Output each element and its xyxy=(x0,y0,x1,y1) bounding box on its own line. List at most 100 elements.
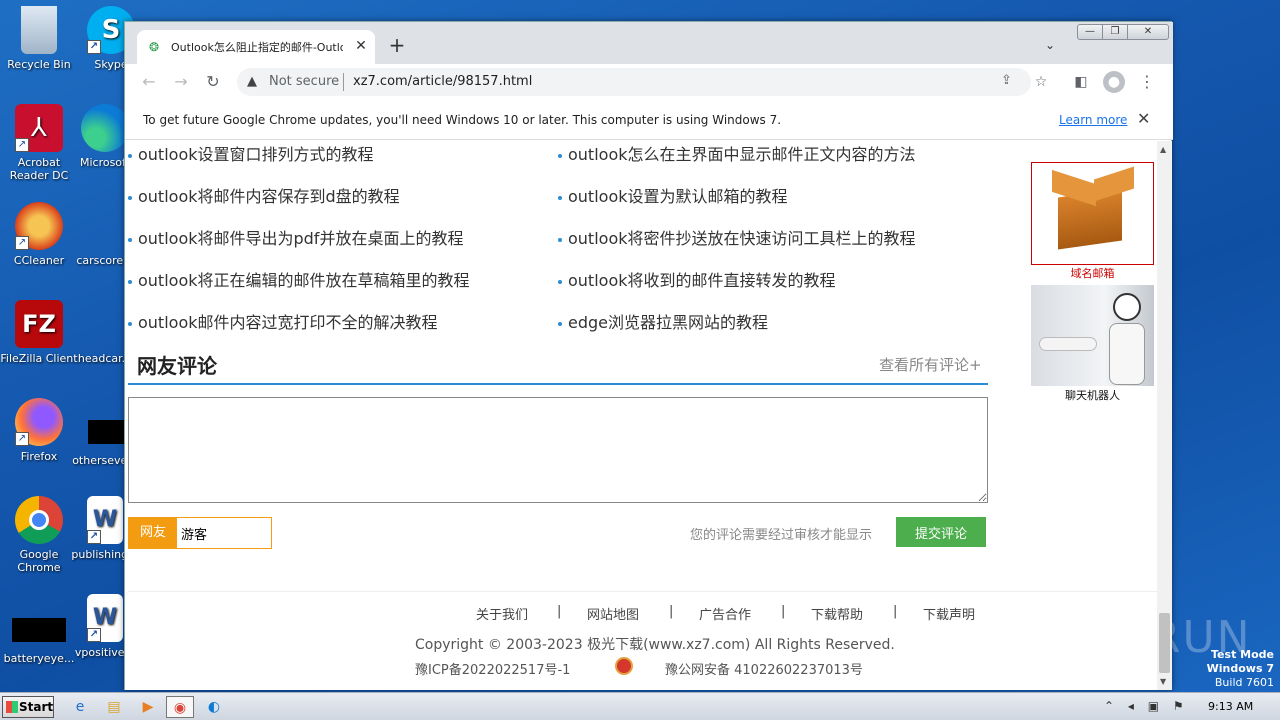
internet-explorer-icon[interactable]: e xyxy=(66,696,94,718)
update-infobar: To get future Google Chrome updates, you… xyxy=(125,100,1173,140)
desktop-icon-label: batteryeye... xyxy=(3,652,75,665)
article-link[interactable]: outlook设置窗口排列方式的教程 xyxy=(128,141,374,165)
article-title: edge浏览器拉黑网站的教程 xyxy=(568,313,769,332)
url-text[interactable]: xz7.com/article/98157.html xyxy=(353,74,532,89)
taskbar-edge-icon[interactable]: ◐ xyxy=(200,696,228,718)
infobar-message: To get future Google Chrome updates, you… xyxy=(143,113,782,127)
tab-search-chevron-down-icon[interactable]: ⌄ xyxy=(1045,38,1055,52)
side-panel-icon[interactable]: ◧ xyxy=(1071,72,1091,92)
robot-head-icon xyxy=(1113,293,1141,321)
profile-avatar-icon[interactable]: ● xyxy=(1103,71,1125,93)
start-button[interactable]: Start xyxy=(2,696,54,718)
chatbot-ad-image[interactable] xyxy=(1031,285,1154,386)
icp-link[interactable]: 豫ICP备2022022517号-1 xyxy=(415,659,570,678)
footer-link-about[interactable]: 关于我们 xyxy=(476,604,528,623)
forward-arrow-icon[interactable]: → xyxy=(169,70,193,94)
ad-caption[interactable]: 域名邮箱 xyxy=(1031,265,1154,281)
bullet-dot xyxy=(558,279,562,284)
footer-link-disclaimer[interactable]: 下载声明 xyxy=(923,604,975,623)
view-all-comments-link[interactable]: 查看所有评论+ xyxy=(879,354,982,375)
test-mode-notice: Test Mode Windows 7 Build 7601 xyxy=(1207,648,1274,690)
nickname-label: 网友 xyxy=(129,518,177,548)
menu-kebab-icon[interactable]: ⋮ xyxy=(1137,72,1157,92)
taskbar-chrome-icon[interactable]: ◉ xyxy=(166,696,194,718)
article-link[interactable]: outlook将邮件内容保存到d盘的教程 xyxy=(128,183,400,207)
reload-icon[interactable]: ↻ xyxy=(201,70,225,94)
tray-expand-chevron-up-icon[interactable]: ⌃ xyxy=(1104,699,1114,713)
article-title: outlook将正在编辑的邮件放在草稿箱里的教程 xyxy=(138,271,470,290)
article-link[interactable]: outlook怎么在主界面中显示邮件正文内容的方法 xyxy=(558,141,916,165)
security-status[interactable]: Not secure xyxy=(269,74,339,89)
desktop-icon-label: Recycle Bin xyxy=(7,58,71,71)
bullet-dot xyxy=(128,279,132,284)
submit-comment-button[interactable]: 提交评论 xyxy=(896,517,986,547)
file-icon xyxy=(12,618,66,642)
police-record-link[interactable]: 豫公网安备 41022602237013号 xyxy=(665,659,863,678)
footer-link-ads[interactable]: 广告合作 xyxy=(699,604,751,623)
desktop-icon-label: Microsoft xyxy=(79,156,131,169)
article-title: outlook邮件内容过宽打印不全的解决教程 xyxy=(138,313,438,332)
media-player-icon[interactable]: ▶ xyxy=(134,696,162,718)
divider xyxy=(343,73,344,91)
ad-caption[interactable]: 聊天机器人 xyxy=(1031,387,1154,403)
filezilla-icon: FZ xyxy=(15,300,63,348)
scrollbar-thumb[interactable] xyxy=(1159,613,1170,673)
page-scrollbar[interactable]: ▲ ▼ xyxy=(1157,141,1172,690)
tab-close-icon[interactable]: ✕ xyxy=(352,37,370,55)
footer-link-help[interactable]: 下载帮助 xyxy=(811,604,863,623)
desktop-icon-label: Firefox xyxy=(20,450,58,463)
article-link[interactable]: outlook邮件内容过宽打印不全的解决教程 xyxy=(128,309,438,333)
tray-network-icon[interactable]: ▣ xyxy=(1148,699,1159,713)
taskbar-clock[interactable]: 9:13 AM xyxy=(1208,700,1253,713)
new-tab-button[interactable]: + xyxy=(387,35,407,55)
scroll-down-icon[interactable]: ▼ xyxy=(1160,677,1166,686)
start-label: Start xyxy=(19,700,54,714)
human-arm-icon xyxy=(1039,337,1097,351)
article-link[interactable]: outlook将正在编辑的邮件放在草稿箱里的教程 xyxy=(128,267,470,291)
file-explorer-icon[interactable]: ▤ xyxy=(100,696,128,718)
article-link[interactable]: outlook将邮件导出为pdf并放在桌面上的教程 xyxy=(128,225,463,249)
window-minimize-button[interactable]: — xyxy=(1077,24,1103,40)
chrome-icon xyxy=(15,496,63,544)
tray-action-center-flag-icon[interactable]: ⚑ xyxy=(1173,699,1184,713)
warning-icon[interactable]: ▲ xyxy=(247,74,263,90)
bullet-dot xyxy=(558,237,562,242)
nickname-input[interactable] xyxy=(177,518,271,548)
tab-title: Outlook怎么阻止指定的邮件-Outlook xyxy=(171,41,343,54)
learn-more-link[interactable]: Learn more xyxy=(1059,113,1127,127)
address-bar[interactable]: ▲ Not secure xz7.com/article/98157.html … xyxy=(237,68,1031,96)
bullet-dot xyxy=(128,321,132,326)
article-link[interactable]: outlook将收到的邮件直接转发的教程 xyxy=(558,267,836,291)
desktop-icon-recycle-bin[interactable]: Recycle Bin xyxy=(0,6,78,71)
desktop-icon-label: Skype xyxy=(94,58,128,71)
page-content: outlook设置窗口排列方式的教程 outlook怎么在主界面中显示邮件正文内… xyxy=(125,141,1157,690)
copyright-text: Copyright © 2003-2023 极光下载(www.xz7.com) … xyxy=(415,637,895,653)
tab-active[interactable]: ❂ Outlook怎么阻止指定的邮件-Outlook ✕ xyxy=(137,30,375,64)
word-doc-icon: W ↗ xyxy=(87,594,123,642)
domain-mail-ad-image[interactable] xyxy=(1031,162,1154,265)
share-icon[interactable]: ⇪ xyxy=(1001,73,1012,88)
article-link[interactable]: edge浏览器拉黑网站的教程 xyxy=(558,309,768,333)
article-title: outlook设置为默认邮箱的教程 xyxy=(568,187,788,206)
bookmark-star-icon[interactable]: ☆ xyxy=(1031,72,1051,92)
article-link[interactable]: outlook设置为默认邮箱的教程 xyxy=(558,183,788,207)
footer-separator: | xyxy=(893,604,898,619)
window-close-button[interactable]: ✕ xyxy=(1127,24,1169,40)
file-icon xyxy=(81,202,129,250)
police-badge-icon xyxy=(615,657,633,675)
article-link[interactable]: outlook将密件抄送放在快速访问工具栏上的教程 xyxy=(558,225,916,249)
article-title: outlook怎么在主界面中显示邮件正文内容的方法 xyxy=(568,145,916,164)
back-arrow-icon[interactable]: ← xyxy=(137,70,161,94)
windows-version-line: Windows 7 xyxy=(1206,662,1274,675)
window-restore-button[interactable]: ❐ xyxy=(1102,24,1128,40)
robot-body-icon xyxy=(1109,323,1145,385)
taskbar: Start e ▤ ▶ ◉ ◐ ⌃ ◂ ▣ ⚑ 9:13 AM xyxy=(0,692,1280,720)
infobar-close-icon[interactable]: ✕ xyxy=(1137,109,1150,128)
footer-link-sitemap[interactable]: 网站地图 xyxy=(587,604,639,623)
scroll-up-icon[interactable]: ▲ xyxy=(1160,145,1166,154)
file-icon xyxy=(81,300,129,348)
comments-divider xyxy=(128,383,988,385)
comment-textarea[interactable] xyxy=(128,397,988,503)
tray-speaker-icon[interactable]: ◂ xyxy=(1128,699,1134,713)
acrobat-icon: ⅄ ↗ xyxy=(15,104,63,152)
